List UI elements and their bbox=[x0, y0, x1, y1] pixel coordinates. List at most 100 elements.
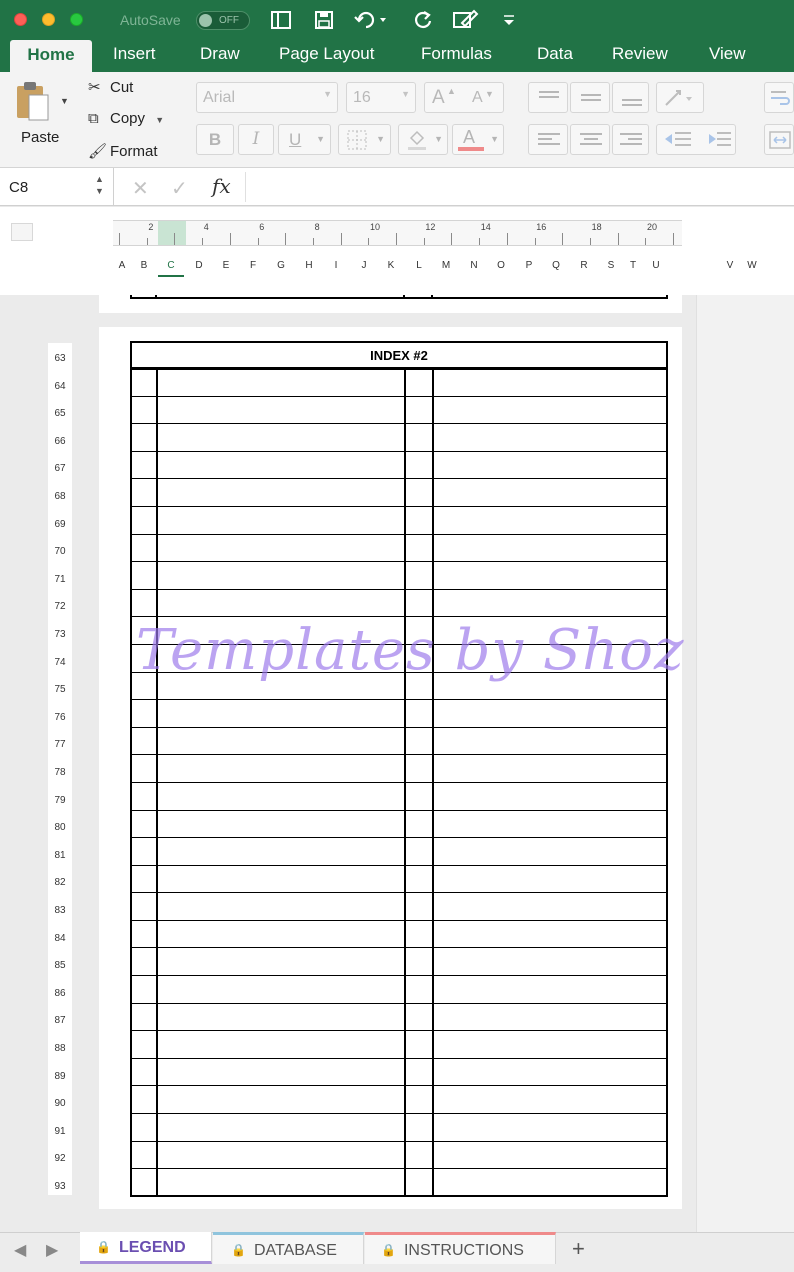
table-cell[interactable] bbox=[433, 589, 667, 618]
row-header[interactable]: 83 bbox=[50, 905, 70, 916]
table-cell[interactable] bbox=[433, 1003, 667, 1032]
table-cell[interactable] bbox=[433, 865, 667, 894]
table-cell[interactable] bbox=[433, 1085, 667, 1115]
row-header[interactable]: 64 bbox=[50, 381, 70, 392]
table-cell[interactable] bbox=[157, 1141, 406, 1170]
column-header-o[interactable]: O bbox=[488, 260, 514, 271]
table-cell[interactable] bbox=[157, 396, 406, 425]
table-cell[interactable] bbox=[157, 368, 406, 397]
table-cell[interactable] bbox=[157, 1168, 406, 1197]
table-cell[interactable] bbox=[433, 396, 667, 425]
table-cell[interactable] bbox=[405, 506, 434, 535]
table-cell[interactable] bbox=[131, 727, 158, 756]
column-header-d[interactable]: D bbox=[186, 260, 212, 271]
column-header-h[interactable]: H bbox=[296, 260, 322, 271]
copy-button[interactable]: ⧉ Copy ▼ bbox=[88, 110, 164, 127]
table-cell[interactable] bbox=[433, 810, 667, 839]
scroll-tabs-right-icon[interactable]: ▶ bbox=[46, 1240, 58, 1260]
sheet-tab-legend[interactable]: 🔒 LEGEND bbox=[80, 1232, 212, 1264]
name-box[interactable]: C8 ▲ ▼ bbox=[0, 168, 114, 206]
table-cell[interactable] bbox=[131, 865, 158, 894]
edit-document-icon[interactable] bbox=[452, 9, 480, 37]
row-header[interactable]: 90 bbox=[50, 1098, 70, 1109]
row-header[interactable]: 78 bbox=[50, 767, 70, 778]
table-cell[interactable] bbox=[405, 368, 434, 397]
customize-toolbar-icon[interactable] bbox=[502, 9, 516, 37]
row-header[interactable]: 68 bbox=[50, 491, 70, 502]
grow-font-button[interactable]: A bbox=[432, 87, 445, 109]
row-header[interactable]: 74 bbox=[50, 657, 70, 668]
add-sheet-button[interactable]: + bbox=[572, 1236, 585, 1262]
row-header[interactable]: 91 bbox=[50, 1126, 70, 1137]
sidebar-toggle-icon[interactable] bbox=[270, 9, 292, 37]
table-cell[interactable] bbox=[131, 1141, 158, 1170]
table-cell[interactable] bbox=[131, 810, 158, 839]
table-cell[interactable] bbox=[405, 1058, 434, 1087]
column-header-n[interactable]: N bbox=[461, 260, 487, 271]
column-header-w[interactable]: W bbox=[739, 260, 765, 271]
table-cell[interactable] bbox=[131, 754, 158, 783]
table-cell[interactable] bbox=[433, 561, 667, 590]
format-painter-button[interactable]: 🖌 Format bbox=[88, 142, 158, 160]
table-cell[interactable] bbox=[433, 1113, 667, 1142]
table-cell[interactable] bbox=[157, 727, 406, 756]
table-cell[interactable] bbox=[131, 1113, 158, 1142]
row-header[interactable]: 87 bbox=[50, 1015, 70, 1026]
table-cell[interactable] bbox=[433, 506, 667, 535]
table-cell[interactable] bbox=[433, 368, 667, 397]
table-cell[interactable] bbox=[131, 534, 158, 563]
table-cell[interactable] bbox=[433, 975, 667, 1004]
decrease-indent-icon[interactable] bbox=[665, 132, 691, 146]
table-cell[interactable] bbox=[405, 589, 434, 618]
table-cell[interactable] bbox=[131, 920, 158, 949]
tab-formulas[interactable]: Formulas bbox=[421, 44, 492, 64]
sheet-tab-instructions[interactable]: 🔒 INSTRUCTIONS bbox=[365, 1232, 556, 1264]
table-cell[interactable] bbox=[131, 699, 158, 728]
table-cell[interactable] bbox=[131, 975, 158, 1004]
column-header-m[interactable]: M bbox=[433, 260, 459, 271]
row-header[interactable]: 71 bbox=[50, 574, 70, 585]
table-cell[interactable] bbox=[157, 947, 406, 977]
table-cell[interactable] bbox=[131, 892, 158, 921]
table-cell[interactable] bbox=[131, 451, 158, 480]
row-header[interactable]: 65 bbox=[50, 408, 70, 419]
orientation-button[interactable] bbox=[656, 82, 704, 113]
fill-color-button[interactable]: ▼ bbox=[398, 124, 448, 155]
column-header-u[interactable]: U bbox=[643, 260, 669, 271]
row-header[interactable]: 63 bbox=[50, 353, 70, 364]
table-cell[interactable] bbox=[433, 1169, 667, 1197]
table-cell[interactable] bbox=[433, 837, 667, 866]
zoom-window-button[interactable] bbox=[70, 13, 83, 26]
table-cell[interactable] bbox=[405, 727, 434, 756]
table-cell[interactable] bbox=[433, 754, 667, 783]
align-right-button[interactable] bbox=[612, 124, 649, 155]
table-cell[interactable] bbox=[405, 892, 434, 921]
column-header-j[interactable]: J bbox=[351, 260, 377, 271]
table-cell[interactable] bbox=[131, 478, 158, 507]
table-cell[interactable] bbox=[131, 423, 158, 452]
tab-insert[interactable]: Insert bbox=[113, 44, 156, 64]
table-cell[interactable] bbox=[433, 782, 667, 811]
tab-review[interactable]: Review bbox=[612, 44, 668, 64]
column-header-p[interactable]: P bbox=[516, 260, 542, 271]
table-cell[interactable] bbox=[405, 1085, 434, 1115]
table-cell[interactable] bbox=[131, 561, 158, 590]
table-cell[interactable] bbox=[131, 1058, 158, 1087]
table-cell[interactable] bbox=[157, 1003, 406, 1032]
row-header[interactable]: 92 bbox=[50, 1153, 70, 1164]
table-cell[interactable] bbox=[433, 423, 667, 452]
increase-indent-icon[interactable] bbox=[709, 132, 731, 146]
row-header[interactable]: 89 bbox=[50, 1071, 70, 1082]
column-header-b[interactable]: B bbox=[131, 260, 157, 271]
save-icon[interactable] bbox=[313, 9, 335, 37]
table-cell[interactable] bbox=[131, 837, 158, 866]
table-cell[interactable] bbox=[157, 782, 406, 811]
select-all-button[interactable] bbox=[11, 223, 33, 241]
insert-function-button[interactable]: fx bbox=[212, 174, 231, 198]
table-cell[interactable] bbox=[157, 561, 406, 590]
table-cell[interactable] bbox=[433, 920, 667, 949]
tab-home[interactable]: Home bbox=[10, 40, 92, 72]
table-cell[interactable] bbox=[157, 1113, 406, 1142]
row-header[interactable]: 69 bbox=[50, 519, 70, 530]
copy-options-chevron-icon[interactable]: ▼ bbox=[155, 115, 164, 125]
